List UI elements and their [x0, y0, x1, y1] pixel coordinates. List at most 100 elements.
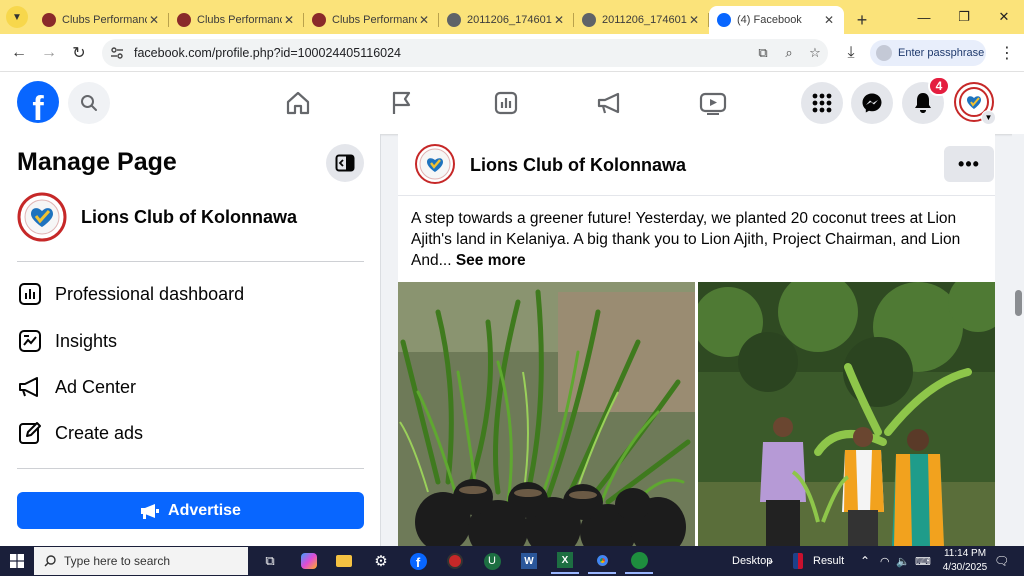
browser-tab-4[interactable]: 2011206_1746018 ✕ — [439, 6, 574, 34]
wifi-icon[interactable]: ◠ — [880, 546, 890, 576]
browser-tab-5[interactable]: 2011206_1746017 ✕ — [574, 6, 709, 34]
facebook-favicon-icon — [717, 13, 731, 27]
collapse-sidebar-button[interactable] — [326, 144, 364, 182]
close-icon[interactable]: ✕ — [822, 13, 836, 27]
close-icon[interactable]: ✕ — [147, 13, 161, 27]
facebook-app-button[interactable]: f — [404, 548, 432, 574]
facebook-header: f 4 ▼ — [0, 72, 1024, 134]
flag-icon — [392, 91, 411, 114]
sidebar-title: Manage Page — [17, 148, 177, 176]
post-options-button[interactable]: ••• — [944, 146, 994, 182]
reload-button[interactable]: ↻ — [64, 38, 94, 68]
facebook-logo-icon[interactable]: f — [17, 81, 59, 123]
page-scrollbar-track[interactable] — [1012, 134, 1024, 546]
advertise-button[interactable]: Advertise — [17, 492, 364, 529]
ads-nav-button[interactable] — [594, 87, 626, 119]
lions-logo-icon — [419, 148, 451, 180]
chart-icon — [494, 91, 518, 115]
zoom-icon[interactable]: ⌕ — [776, 45, 802, 61]
clock-date: 4/30/2025 — [942, 562, 988, 573]
close-window-button[interactable]: ✕ — [984, 0, 1024, 34]
page-switcher[interactable]: Lions Club of Kolonnawa — [17, 192, 297, 242]
search-button[interactable] — [68, 82, 110, 124]
browser-menu-button[interactable]: ⋮ — [992, 38, 1022, 68]
sidebar-item-insights[interactable]: Insights — [17, 325, 117, 357]
app-button-red[interactable] — [441, 548, 469, 574]
word-icon: W — [521, 553, 537, 569]
browser-tab-2[interactable]: Clubs Performanc ✕ — [169, 6, 304, 34]
lions-logo-icon — [177, 13, 191, 27]
close-icon[interactable]: ✕ — [417, 13, 431, 27]
nba-result-widget[interactable]: Result — [793, 546, 844, 576]
browser-tab-1[interactable]: Clubs Performanc ✕ — [34, 6, 169, 34]
post-photo-volunteers[interactable] — [698, 282, 995, 546]
taskbar-search-box[interactable]: Type here to search — [34, 547, 248, 575]
facebook-icon: f — [409, 552, 427, 570]
close-icon[interactable]: ✕ — [552, 13, 566, 27]
home-nav-button[interactable] — [282, 87, 314, 119]
site-settings-icon[interactable] — [110, 46, 124, 60]
dashboard-nav-button[interactable] — [490, 87, 522, 119]
task-view-button[interactable]: ⧉ — [256, 548, 284, 574]
close-icon[interactable]: ✕ — [282, 13, 296, 27]
account-chevron-icon[interactable]: ▼ — [981, 110, 996, 125]
post-author-name[interactable]: Lions Club of Kolonnawa — [470, 155, 686, 176]
excel-button[interactable]: X — [551, 548, 579, 574]
passphrase-button[interactable]: Enter passphrase — [870, 40, 986, 66]
post-author-avatar[interactable] — [415, 144, 455, 184]
menu-button[interactable] — [801, 82, 843, 124]
start-button[interactable] — [0, 546, 34, 576]
windows-taskbar: Type here to search — [0, 546, 1024, 576]
back-button[interactable]: ← — [4, 38, 34, 68]
page-scrollbar-thumb[interactable] — [1015, 290, 1022, 316]
sidebar-item-professional-dashboard[interactable]: Professional dashboard — [17, 278, 244, 310]
system-clock[interactable]: 11:14 PM 4/30/2025 — [940, 547, 990, 575]
excel-icon: X — [557, 552, 573, 568]
close-icon[interactable]: ✕ — [687, 13, 701, 27]
app-button-green[interactable]: U — [478, 548, 506, 574]
file-explorer-button[interactable] — [330, 548, 358, 574]
tab-title: 2011206_1746018 — [467, 14, 552, 26]
pencil-icon — [17, 420, 43, 446]
show-hidden-icons-button[interactable]: ⌃ — [860, 546, 870, 576]
volunteers-planting-image — [698, 282, 995, 546]
download-button[interactable]: ⤓ — [836, 38, 866, 68]
volume-icon[interactable]: 🔈 — [896, 546, 910, 576]
advertise-label: Advertise — [168, 501, 241, 519]
sidebar-item-label: Ad Center — [55, 376, 137, 397]
video-nav-button[interactable] — [697, 87, 729, 119]
nba-logo-icon — [793, 553, 803, 569]
chevron-down-icon: ▼ — [12, 11, 22, 23]
browser-tab-3[interactable]: Clubs Performanc ✕ — [304, 6, 439, 34]
sidebar-item-ad-center[interactable]: Ad Center — [17, 371, 136, 403]
forward-button[interactable]: → — [34, 38, 64, 68]
sidebar-item-create-ads[interactable]: Create ads — [17, 417, 143, 449]
tab-search-dropdown-button[interactable]: ▼ — [6, 6, 28, 28]
arrow-left-icon: ← — [11, 43, 27, 61]
minimize-button[interactable]: — — [904, 0, 944, 34]
browser-tab-facebook[interactable]: (4) Facebook ✕ — [709, 6, 844, 34]
grid-menu-icon — [812, 93, 832, 113]
post-photo-seedlings[interactable] — [398, 282, 695, 546]
restore-button[interactable]: ❐ — [944, 0, 984, 34]
install-app-icon[interactable]: ⧉ — [750, 45, 776, 61]
notification-center-icon[interactable]: 🗨 — [994, 546, 1009, 576]
see-more-link[interactable]: See more — [456, 252, 526, 269]
new-tab-button[interactable]: + — [848, 6, 876, 34]
settings-button[interactable]: ⚙ — [367, 548, 395, 574]
desktop-toolbar-label[interactable]: Desktop — [732, 546, 772, 576]
keyboard-icon[interactable]: ⌨ — [915, 546, 931, 576]
dashboard-icon — [17, 281, 43, 307]
pages-nav-button[interactable] — [385, 87, 417, 119]
chrome-button[interactable] — [588, 548, 616, 574]
taskbar-search-placeholder: Type here to search — [64, 554, 171, 568]
page-name: Lions Club of Kolonnawa — [81, 206, 297, 227]
address-bar[interactable]: facebook.com/profile.php?id=100024405116… — [102, 39, 828, 67]
toolbar-expand-icon[interactable]: » — [768, 546, 773, 576]
messenger-button[interactable] — [851, 82, 893, 124]
word-button[interactable]: W — [515, 548, 543, 574]
copilot-button[interactable] — [295, 548, 323, 574]
plus-icon: + — [856, 9, 868, 30]
app-button-download[interactable] — [625, 548, 653, 574]
bookmark-star-icon[interactable]: ☆ — [802, 45, 828, 61]
